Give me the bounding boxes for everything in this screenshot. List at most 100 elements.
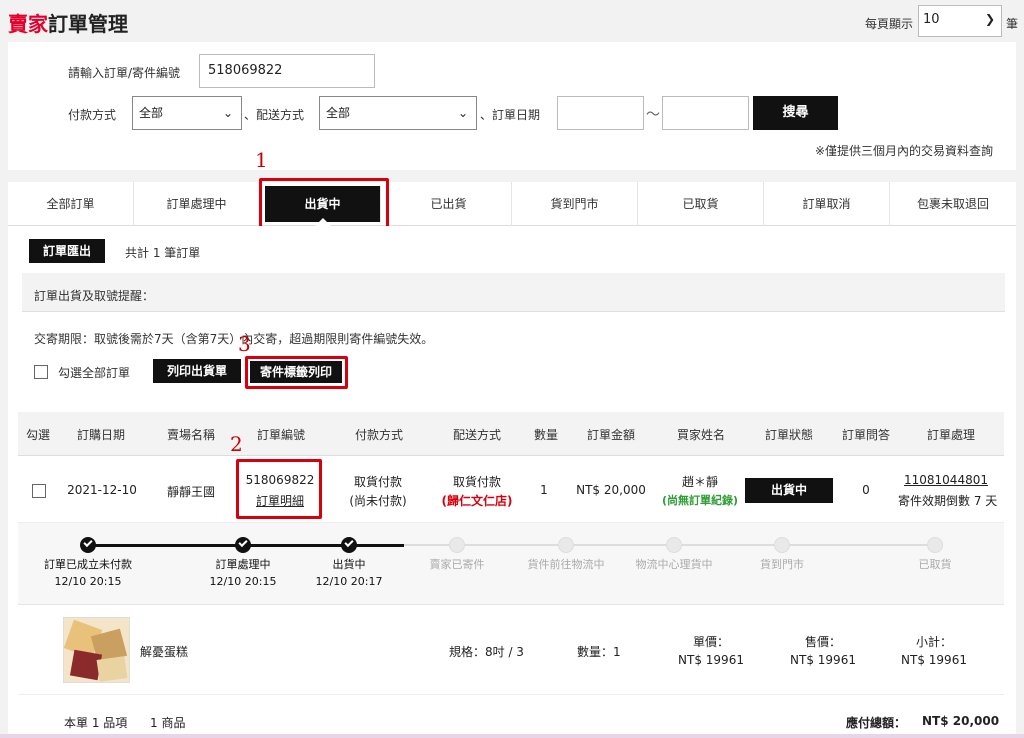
subtotal-value: NT$ 19961 (901, 653, 967, 667)
step-name: 貨件前往物流中 (527, 558, 605, 571)
step-name: 貨到門市 (760, 558, 804, 571)
step-label: 賣家已寄件 (397, 556, 517, 573)
step-name: 訂單已成立未付款 (44, 558, 132, 571)
step-pending-icon (927, 537, 943, 553)
step-name: 已取貨 (918, 558, 952, 571)
product-name: 解憂蛋糕 (140, 645, 189, 659)
summary-total-label: 應付總額： (846, 716, 907, 730)
row-qty: 1 (540, 483, 548, 497)
reminder-bar (22, 273, 1005, 312)
step-pending-icon (774, 537, 790, 553)
per-page-select[interactable]: 10 ❯ (918, 5, 1002, 37)
tab-shipped[interactable]: 已出貨 (386, 182, 512, 226)
payment-label: 付款方式 (68, 108, 117, 122)
order-search-input[interactable]: 518069822 (199, 54, 375, 88)
per-page-label: 每頁顯示 (865, 17, 914, 31)
shipping-label: 、配送方式 (244, 108, 305, 122)
col-qa: 訂單問答 (841, 428, 890, 442)
search-note: ※僅提供三個月內的交易資料查詢 (815, 144, 994, 158)
order-date-label: 、訂單日期 (480, 108, 541, 122)
bottom-strip (0, 734, 1024, 738)
tab-picked-up[interactable]: 已取貨 (638, 182, 764, 226)
row-buyer-note: (尚無訂單紀錄) (661, 494, 739, 507)
date-to-input[interactable] (662, 96, 749, 130)
summary-total-value: NT$ 20,000 (922, 714, 1000, 728)
step-name: 物流中心理貨中 (635, 558, 713, 571)
print-shipping-button[interactable]: 列印出貨單 (153, 359, 241, 383)
step-done-icon (235, 537, 251, 553)
step-time: 12/10 20:15 (54, 575, 122, 588)
tab-cancelled[interactable]: 訂單取消 (764, 182, 890, 226)
step-done-icon (341, 537, 357, 553)
search-button[interactable]: 搜尋 (753, 96, 838, 130)
per-page-unit: 筆 (1006, 17, 1019, 31)
sale-price-label: 售價： (804, 635, 841, 649)
annotation-number-3: 3 (238, 332, 251, 356)
chevron-down-icon: ⌄ (457, 106, 468, 120)
product-thumbnail (63, 617, 130, 683)
col-select: 勾選 (25, 428, 50, 442)
select-all-checkbox[interactable] (34, 365, 48, 379)
row-amount: NT$ 20,000 (576, 483, 646, 497)
table-header: 勾選 訂購日期 賣場名稱 訂單編號 付款方式 配送方式 數量 訂單金額 買家姓名… (18, 412, 1004, 456)
summary-item-count: 本單 1 品項 (64, 716, 128, 730)
step-done-icon (80, 537, 96, 553)
tracking-number-link[interactable]: 11081044801 (898, 473, 994, 487)
annotation-box-2 (236, 459, 322, 519)
step-pending-icon (558, 537, 574, 553)
select-all-label: 勾選全部訂單 (58, 366, 131, 380)
status-tabs: 全部訂單 訂單處理中 出貨中 已出貨 貨到門市 已取貨 訂單取消 包裹未取退回 (8, 182, 1016, 226)
col-amount: 訂單金額 (586, 428, 635, 442)
step-label: 貨到門市 (722, 556, 842, 573)
step-name: 訂單處理中 (215, 558, 271, 571)
chevron-down-icon: ⌄ (222, 106, 233, 120)
annotation-box-1 (259, 178, 389, 232)
product-row: 解憂蛋糕 規格：8吋 / 3 數量：1 單價： NT$ 19961 售價： NT… (18, 605, 1004, 695)
product-spec: 規格：8吋 / 3 (449, 645, 524, 659)
reminder-text: 交寄期限：取號後需於7天（含第7天）內交寄，超過期限則寄件編號失效。 (34, 332, 434, 346)
order-summary: 本單 1 品項 1 商品 應付總額： NT$ 20,000 (18, 695, 1004, 738)
step-time: 12/10 20:15 (209, 575, 277, 588)
reminder-title: 訂單出貨及取號提醒： (34, 289, 155, 303)
step-name: 賣家已寄件 (429, 558, 485, 571)
step-label: 出貨中 12/10 20:17 (289, 556, 409, 590)
row-shipping-store: (歸仁文仁店) (441, 494, 513, 508)
row-shipping: 取貨付款 (452, 475, 501, 489)
chevron-down-icon: ❯ (984, 12, 995, 26)
date-range-tilde: 〜 (646, 107, 660, 123)
product-qty: 數量：1 (577, 645, 621, 659)
col-store: 賣場名稱 (166, 428, 215, 442)
row-qa-count: 0 (862, 483, 870, 497)
page-title: 賣家訂單管理 (8, 12, 128, 36)
annotation-number-2: 2 (230, 432, 243, 456)
annotation-box-3 (245, 356, 348, 389)
table-row: 2021-12-10 靜靜王國 518069822 訂單明細 取貨付款 (尚未付… (18, 456, 1004, 523)
col-order-date: 訂購日期 (76, 428, 125, 442)
col-qty: 數量 (533, 428, 558, 442)
tab-returned[interactable]: 包裹未取退回 (890, 182, 1016, 226)
tab-arrived-store[interactable]: 貨到門市 (512, 182, 638, 226)
order-progress-timeline: 訂單已成立未付款 12/10 20:15 訂單處理中 12/10 20:15 出貨中 12… (18, 523, 1004, 605)
subtotal-label: 小計： (915, 635, 952, 649)
tab-processing[interactable]: 訂單處理中 (134, 182, 260, 226)
row-order-date: 2021-12-10 (67, 483, 137, 497)
row-buyer-name: 趙＊靜 (681, 475, 718, 489)
row-checkbox[interactable] (32, 484, 46, 498)
tab-all-orders[interactable]: 全部訂單 (8, 182, 134, 226)
annotation-number-1: 1 (255, 148, 268, 172)
step-pending-icon (449, 537, 465, 553)
step-time: 12/10 20:17 (315, 575, 383, 588)
step-pending-icon (666, 537, 682, 553)
export-orders-button[interactable]: 訂單匯出 (29, 239, 105, 263)
payment-select[interactable]: 全部 ⌄ (132, 96, 242, 130)
shipping-select[interactable]: 全部 ⌄ (319, 96, 477, 130)
sale-price-value: NT$ 19961 (790, 653, 856, 667)
step-label: 物流中心理貨中 (614, 556, 734, 573)
date-from-input[interactable] (557, 96, 644, 130)
col-status: 訂單狀態 (764, 428, 813, 442)
col-payment: 付款方式 (354, 428, 403, 442)
order-search-label: 請輸入訂單/寄件編號 (68, 66, 181, 80)
step-label: 訂單處理中 12/10 20:15 (183, 556, 303, 590)
status-badge: 出貨中 (745, 478, 833, 503)
col-order-no: 訂單編號 (256, 428, 305, 442)
